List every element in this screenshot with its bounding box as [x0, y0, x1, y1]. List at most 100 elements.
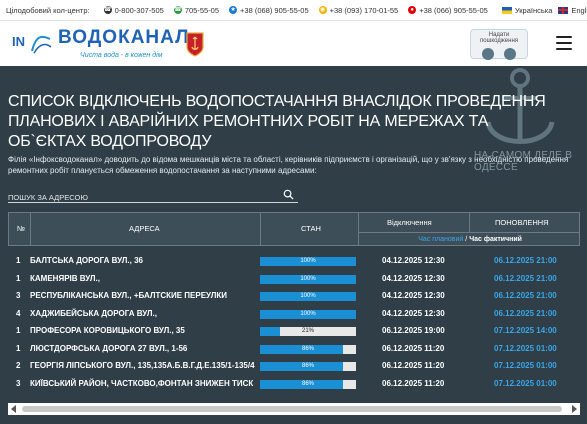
menu-icon[interactable] — [556, 36, 572, 50]
progress-label: 86% — [301, 363, 314, 369]
row-on-time: 06.12.2025 21:00 — [494, 308, 557, 318]
row-number: 1 — [16, 273, 21, 283]
address-search — [8, 187, 298, 205]
progress-bar: 86% — [260, 344, 356, 354]
horizontal-scrollbar[interactable] — [8, 403, 580, 415]
col-status-header: СТАН — [301, 224, 321, 233]
col-address-header: АДРЕСА — [129, 224, 160, 233]
row-on-time: 06.12.2025 21:00 — [494, 291, 557, 300]
row-off-time: 04.12.2025 12:30 — [382, 291, 445, 300]
odesa-crest-icon — [186, 32, 204, 57]
ua-flag-icon — [501, 6, 512, 14]
row-off-time: 06.12.2025 11:20 — [382, 361, 445, 370]
viber-icon[interactable] — [504, 48, 516, 60]
report-damage-label: Надати пошкодження — [479, 32, 519, 44]
row-on-time: 06.12.2025 21:00 — [494, 273, 557, 283]
table-row[interactable]: 1 ПРОФЕСОРА КОРОВИЦЬКОГО ВУЛ., 35 21% 06… — [8, 323, 580, 341]
intro-text: Філія «Інфоксводоканал» доводить до відо… — [8, 155, 569, 175]
table-row[interactable]: 1 КАМЕНЯРІВ ВУЛ., 100% 04.12.2025 12:30 … — [8, 271, 580, 289]
row-off-time: 06.12.2025 11:20 — [382, 378, 445, 388]
progress-bar: 100% — [260, 274, 356, 284]
report-damage-box[interactable]: Надати пошкодження — [470, 29, 528, 60]
row-on-time: 07.12.2025 14:00 — [494, 326, 557, 335]
row-on-time: 07.12.2025 01:00 — [494, 361, 557, 370]
lifecell-icon: ◉ — [318, 6, 327, 14]
phone-link-3[interactable]: ★ +38 (068) 905-55-05 — [229, 6, 309, 15]
progress-bar: 86% — [260, 362, 356, 371]
outages-table-body: 1 БАЛТСЬКА ДОРОГА ВУЛ., 36 100% 04.12.20… — [8, 253, 580, 393]
table-row[interactable]: 4 ХАДЖИБЕЙСЬКА ДОРОГА ВУЛ., 100% 04.12.2… — [8, 306, 580, 324]
row-number: 1 — [16, 343, 21, 353]
row-address: БАЛТСЬКА ДОРОГА ВУЛ., 36 — [30, 256, 143, 265]
legend-planned: Час плановий — [418, 236, 464, 243]
row-off-time: 06.12.2025 11:20 — [382, 343, 445, 353]
row-number: 4 — [16, 308, 21, 318]
col-off-header: Відключення — [387, 218, 432, 227]
progress-bar: 100% — [260, 257, 356, 266]
row-off-time: 04.12.2025 12:30 — [382, 308, 445, 318]
row-number: 1 — [16, 326, 21, 335]
uk-flag-icon — [558, 6, 569, 14]
progress-label: 100% — [300, 258, 316, 264]
time-legend: Час плановий / Час фактичний — [418, 236, 522, 243]
table-row[interactable]: 1 БАЛТСЬКА ДОРОГА ВУЛ., 36 100% 04.12.20… — [8, 253, 580, 271]
scrollbar-thumb[interactable] — [22, 406, 562, 412]
telegram-icon[interactable] — [482, 48, 494, 60]
phone-link-1[interactable]: ☎ 0-800-307-505 — [103, 6, 164, 15]
search-icon[interactable] — [283, 189, 294, 200]
top-contact-bar: Цілодобовий кол-центр: ☎ 0-800-307-505 ☎ 7… — [0, 0, 587, 20]
table-row[interactable]: 3 КИЇВСЬКИЙ РАЙОН, ЧАСТКОВО,ФОНТАН ЗНИЖЕ… — [8, 376, 580, 394]
col-num-header: № — [17, 224, 26, 233]
phone-icon: ☎ — [103, 6, 112, 14]
progress-label: 100% — [300, 310, 316, 317]
row-off-time: 06.12.2025 19:00 — [382, 326, 445, 335]
progress-label: 86% — [301, 380, 314, 387]
progress-label: 100% — [300, 275, 316, 282]
page-title: СПИСОК ВІДКЛЮЧЕНЬ ВОДОПОСТАЧАННЯ ВНАСЛІД… — [8, 93, 546, 150]
table-row[interactable]: 2 ГЕОРГІЯ ЛІПСЬКОГО ВУЛ., 135,135А.Б.В.Г… — [8, 358, 580, 376]
phone-link-5[interactable]: ● +38 (066) 905-55-05 — [408, 6, 488, 15]
infox-logo[interactable]: IN — [12, 29, 52, 57]
row-number: 1 — [16, 256, 21, 265]
progress-label: 86% — [301, 345, 314, 352]
row-address: ХАДЖИБЕЙСЬКА ДОРОГА ВУЛ., — [30, 308, 157, 318]
legend-actual: Час фактичний — [469, 236, 522, 243]
scroll-right-icon[interactable] — [572, 405, 577, 413]
row-on-time: 06.12.2025 21:00 — [494, 256, 557, 265]
row-address: ГЕОРГІЯ ЛІПСЬКОГО ВУЛ., 135,135А.Б.В.Г.Д… — [30, 361, 255, 370]
progress-label: 100% — [300, 293, 316, 299]
row-off-time: 04.12.2025 12:30 — [382, 256, 445, 265]
phone-link-4[interactable]: ◉ +38 (093) 170-01-55 — [318, 6, 398, 15]
logo-tagline: Чиста вода - в кожен дім — [80, 52, 163, 59]
svg-text:IN: IN — [12, 34, 25, 49]
col-on-header: ПОНОВЛЕННЯ — [495, 218, 549, 227]
search-input[interactable] — [8, 190, 278, 205]
vodokanal-logo[interactable]: ВОДОКАНАЛ — [58, 27, 189, 49]
phone-icon: ☎ — [173, 6, 182, 14]
row-off-time: 04.12.2025 12:30 — [382, 273, 445, 283]
row-on-time: 07.12.2025 01:00 — [494, 343, 557, 353]
row-on-time: 07.12.2025 01:00 — [494, 378, 557, 388]
table-row[interactable]: 3 РЕСПУБЛІКАНСЬКА ВУЛ., +БАЛТСКИЕ ПЕРЕУЛ… — [8, 288, 580, 306]
lang-en-link[interactable]: English — [558, 6, 587, 15]
row-address: ПРОФЕСОРА КОРОВИЦЬКОГО ВУЛ., 35 — [30, 326, 185, 335]
kyivstar-icon: ★ — [229, 6, 238, 14]
progress-bar: 100% — [260, 292, 356, 301]
row-address: КИЇВСЬКИЙ РАЙОН, ЧАСТКОВО,ФОНТАН ЗНИЖЕН … — [30, 378, 254, 388]
row-number: 3 — [16, 378, 21, 388]
row-number: 2 — [16, 361, 21, 370]
call-center-label: Цілодобовий кол-центр: — [6, 5, 90, 15]
vodafone-icon: ● — [408, 6, 417, 14]
row-address: КАМЕНЯРІВ ВУЛ., — [30, 273, 100, 283]
row-number: 3 — [16, 291, 21, 300]
scroll-left-icon[interactable] — [11, 405, 16, 413]
progress-bar: 21% — [260, 327, 356, 336]
progress-label: 21% — [301, 328, 314, 334]
progress-bar: 100% — [260, 309, 356, 319]
table-row[interactable]: 1 ЛЮСТДОРФСЬКА ДОРОГА 27 ВУЛ., 1-56 86% … — [8, 341, 580, 359]
progress-bar: 86% — [260, 379, 356, 389]
phone-link-2[interactable]: ☎ 705-55-05 — [173, 6, 219, 15]
row-address: ЛЮСТДОРФСЬКА ДОРОГА 27 ВУЛ., 1-56 — [30, 343, 188, 353]
lang-ua-link[interactable]: Українська — [501, 6, 552, 15]
row-address: РЕСПУБЛІКАНСЬКА ВУЛ., +БАЛТСКИЕ ПЕРЕУЛКИ — [30, 291, 227, 300]
